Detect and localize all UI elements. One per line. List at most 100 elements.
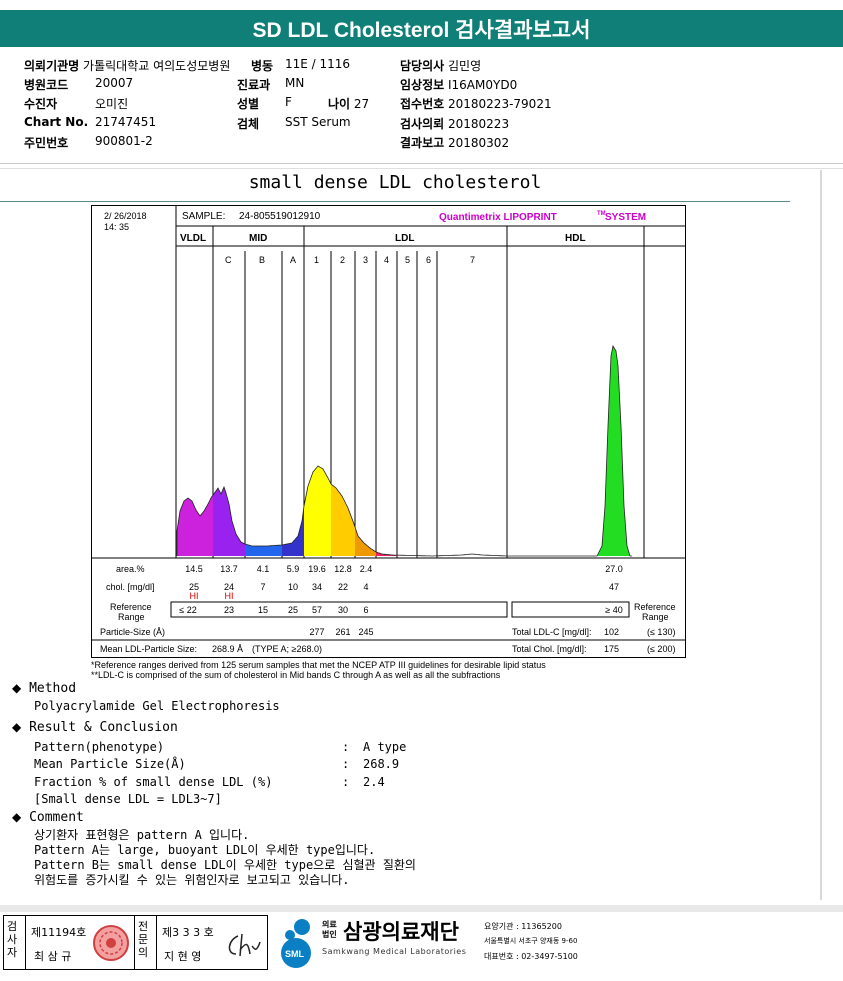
curve-fill-mid-c bbox=[213, 487, 245, 556]
section-title: small dense LDL cholesterol bbox=[248, 172, 542, 193]
result-label-pattern: Pattern(phenotype) bbox=[34, 740, 165, 754]
mean-label: Mean LDL-Particle Size: bbox=[100, 644, 197, 654]
total-chol-ref: (≤ 200) bbox=[647, 644, 675, 654]
hi-flag: HI bbox=[225, 591, 234, 601]
sample-label: SAMPLE: bbox=[182, 211, 225, 222]
particle-value: 277 bbox=[309, 627, 324, 637]
band-label-5: 5 bbox=[405, 255, 410, 265]
org-name: 삼광의료재단 bbox=[343, 920, 459, 944]
diamond-icon: ◆ bbox=[12, 681, 22, 695]
particle-row: 277 261 245 bbox=[309, 627, 373, 637]
chart-time: 14: 35 bbox=[104, 222, 129, 232]
age-label: 나이 bbox=[328, 97, 351, 111]
divider bbox=[134, 916, 135, 969]
result-label-fraction: Fraction % of small dense LDL (%) bbox=[34, 775, 273, 789]
org-english: Samkwang Medical Laboratories bbox=[322, 947, 467, 956]
specialist-number: 제3 3 3 호 bbox=[162, 926, 214, 939]
ref-value: 15 bbox=[258, 605, 268, 615]
area-value: 5.9 bbox=[287, 564, 300, 574]
chol-row: 25 24 7 10 34 22 4 47 bbox=[189, 582, 619, 592]
band-label-c: C bbox=[225, 255, 232, 265]
hi-row: HI HI bbox=[190, 591, 234, 601]
total-chol-label: Total Chol. [mg/dl]: bbox=[512, 644, 587, 654]
sex-label: 성별 bbox=[237, 97, 260, 111]
receipt-label: 접수번호 bbox=[400, 97, 445, 111]
dept-label: 진료과 bbox=[237, 78, 271, 92]
band-dividers bbox=[175, 226, 645, 558]
system-suffix: SYSTEM bbox=[605, 212, 646, 223]
divider bbox=[25, 916, 26, 969]
chol-value: 10 bbox=[288, 582, 298, 592]
area-row: 14.5 13.7 4.1 5.9 19.6 12.8 2.4 27.0 bbox=[185, 564, 623, 574]
request-label: 검사의뢰 bbox=[400, 117, 445, 131]
ref-row: ≤ 22 23 15 25 57 30 6 ≥ 40 bbox=[179, 605, 622, 615]
area-value: 13.7 bbox=[220, 564, 238, 574]
result-value-pattern: A type bbox=[363, 740, 407, 754]
chol-value: 7 bbox=[260, 582, 265, 592]
method-heading-text: Method bbox=[29, 681, 77, 696]
chol-value: 4 bbox=[363, 582, 368, 592]
patient-value: 오미진 bbox=[95, 97, 129, 111]
ref-label-hdl: Reference bbox=[634, 602, 676, 612]
system-name: Quantimetrix LIPOPRINT bbox=[439, 212, 557, 223]
hi-flag: HI bbox=[190, 591, 199, 601]
band-label-1: 1 bbox=[314, 255, 319, 265]
result-colon: : bbox=[342, 740, 350, 754]
lipoprint-chart: 2/ 26/2018 14: 35 SAMPLE: 24-80551901291… bbox=[91, 205, 686, 658]
curve-fill-ldl2 bbox=[331, 484, 355, 556]
report-title: SD LDL Cholesterol 검사결과보고서 bbox=[0, 10, 843, 47]
result-value-fraction: 2.4 bbox=[363, 775, 385, 789]
result-heading-text: Result & Conclusion bbox=[29, 720, 178, 735]
dept-value: MN bbox=[285, 76, 305, 90]
clinical-value: I16AM0YD0 bbox=[448, 78, 518, 92]
receipt-value: 20180223-79021 bbox=[448, 97, 552, 111]
band-label-7: 7 bbox=[470, 255, 475, 265]
method-heading: ◆ Method bbox=[12, 681, 76, 696]
group-hdl: HDL bbox=[565, 233, 586, 244]
footnote-1: *Reference ranges derived from 125 serum… bbox=[91, 660, 546, 670]
specimen-label: 검체 bbox=[237, 117, 260, 131]
ref-value: ≤ 22 bbox=[179, 605, 196, 615]
ref-label-hdl-2: Range bbox=[642, 612, 669, 622]
diamond-icon: ◆ bbox=[12, 720, 22, 734]
inst-code: 요양기관 : 11365200 bbox=[484, 922, 562, 931]
id-label: 주민번호 bbox=[24, 136, 69, 150]
area-value: 12.8 bbox=[334, 564, 352, 574]
curve-fill-ldl1 bbox=[304, 466, 331, 556]
institution-value: 가톨릭대학교 여의도성모병원 bbox=[83, 59, 231, 73]
total-ldl-value: 102 bbox=[604, 627, 619, 637]
divider bbox=[0, 163, 843, 164]
lipoprint-svg: 2/ 26/2018 14: 35 SAMPLE: 24-80551901291… bbox=[92, 206, 685, 654]
institution-label: 의뢰기관명 bbox=[24, 59, 80, 73]
logo-text: SML bbox=[285, 949, 305, 959]
area-value: 19.6 bbox=[308, 564, 326, 574]
ref-value: 23 bbox=[224, 605, 234, 615]
result-colon: : bbox=[342, 775, 350, 789]
comment-heading-text: Comment bbox=[29, 810, 84, 825]
tester-label: 검사자 bbox=[7, 920, 18, 959]
band-label-6: 6 bbox=[426, 255, 431, 265]
clinical-label: 임상정보 bbox=[400, 78, 445, 92]
ref-label-2: Range bbox=[118, 612, 145, 622]
sample-id: 24-805519012910 bbox=[239, 211, 321, 222]
area-value: 4.1 bbox=[257, 564, 270, 574]
ref-value: 57 bbox=[312, 605, 322, 615]
curve-fill-hdl bbox=[597, 346, 632, 556]
chol-value: 47 bbox=[609, 582, 619, 592]
chart-value: 21747451 bbox=[95, 115, 157, 129]
chart-label: Chart No. bbox=[24, 115, 89, 129]
comment-line-4: 위험도를 증가시킬 수 있는 위험인자로 보고되고 있습니다. bbox=[34, 873, 350, 887]
divider bbox=[0, 168, 843, 169]
org-prefix: 의료 법인 bbox=[322, 920, 337, 940]
divider bbox=[156, 916, 157, 969]
divider bbox=[0, 201, 790, 202]
sml-logo-icon: SML bbox=[281, 919, 311, 968]
particle-value: 245 bbox=[358, 627, 373, 637]
ref-label: Reference bbox=[110, 602, 152, 612]
footnote-2: **LDL-C is comprised of the sum of chole… bbox=[91, 670, 501, 680]
phone: 대표번호 : 02-3497-5100 bbox=[484, 952, 578, 961]
result-colon: : bbox=[342, 757, 350, 771]
result-label-size: Mean Particle Size(Å) bbox=[34, 757, 186, 771]
chol-label: chol. [mg/dl] bbox=[106, 582, 155, 592]
scrollbar-track[interactable] bbox=[820, 170, 822, 900]
